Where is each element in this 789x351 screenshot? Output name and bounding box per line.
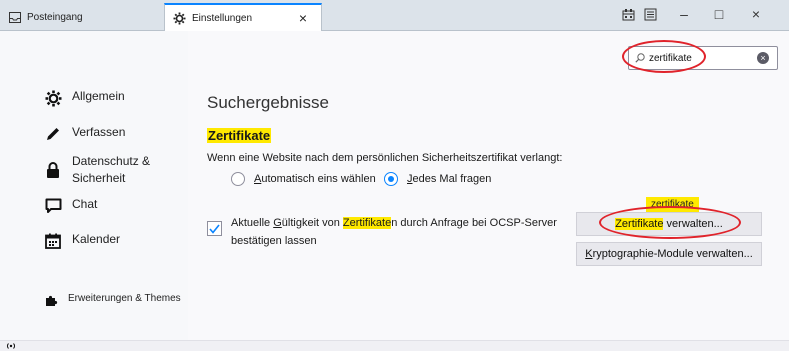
radio-ask-label: Jedes Mal fragen xyxy=(407,173,492,185)
sidebar-item-label: Kalender xyxy=(72,232,121,246)
sidebar-item-label: Datenschutz & Sicherheit xyxy=(72,154,151,185)
puzzle-icon xyxy=(44,293,58,307)
preferences-content: × Suchergebnisse Zertifikate Wenn eine W… xyxy=(188,31,789,340)
section-title-zertifikate: Zertifikate xyxy=(207,128,272,143)
sidebar-item-kalender[interactable]: Kalender xyxy=(44,232,120,250)
ocsp-checkbox[interactable] xyxy=(207,221,222,236)
inbox-icon xyxy=(8,11,21,24)
radio-ask-every-time[interactable]: Jedes Mal fragen xyxy=(384,172,491,186)
tab-label: Einstellungen xyxy=(192,12,253,24)
addons-icon[interactable] xyxy=(622,8,635,24)
pencil-icon xyxy=(44,125,62,143)
close-window-button[interactable]: × xyxy=(746,6,766,22)
search-match-tooltip: zertifikate xyxy=(646,197,699,217)
search-icon xyxy=(635,53,645,63)
sidebar-item-label: Verfassen xyxy=(72,125,126,139)
close-tab-button[interactable]: × xyxy=(299,10,307,26)
radio-automatic[interactable]: Automatisch eins wählen xyxy=(231,172,376,186)
sidebar-item-erweiterungen[interactable]: Erweiterungen & Themes xyxy=(44,293,181,307)
tasks-icon[interactable] xyxy=(644,8,657,24)
minimize-button[interactable]: – xyxy=(674,6,694,22)
gear-icon xyxy=(173,12,186,25)
status-bar xyxy=(0,340,789,351)
search-input[interactable] xyxy=(649,52,739,64)
radio-automatic-label: Automatisch eins wählen xyxy=(254,173,376,185)
sidebar: Allgemein Verfassen Datenschutz & Sicher… xyxy=(0,31,188,340)
sidebar-item-chat[interactable]: Chat xyxy=(44,197,97,215)
sidebar-item-datenschutz[interactable]: Datenschutz & Sicherheit xyxy=(44,153,150,187)
gear-icon xyxy=(44,89,62,107)
sidebar-item-label: Chat xyxy=(72,197,98,211)
maximize-button[interactable]: □ xyxy=(709,6,729,22)
sidebar-item-verfassen[interactable]: Verfassen xyxy=(44,125,125,143)
security-devices-button[interactable]: Kryptographie-Module verwalten... xyxy=(576,242,762,266)
page-title: Suchergebnisse xyxy=(207,93,329,112)
chat-icon xyxy=(44,197,62,215)
sidebar-item-label: Allgemein xyxy=(72,89,125,103)
manage-certificates-button[interactable]: Zertifikate verwalten... xyxy=(576,212,762,236)
lock-icon xyxy=(44,161,62,179)
radio-ask-control[interactable] xyxy=(384,172,398,186)
sidebar-item-allgemein[interactable]: Allgemein xyxy=(44,89,125,107)
clear-search-icon[interactable]: × xyxy=(757,52,769,64)
ocsp-checkbox-label[interactable]: Aktuelle Gültigkeit von Zertifikaten dur… xyxy=(231,214,561,250)
tab-label: Posteingang xyxy=(27,11,83,23)
sidebar-item-label: Erweiterungen & Themes xyxy=(68,293,181,304)
search-field[interactable]: × xyxy=(628,46,778,70)
radio-automatic-control[interactable] xyxy=(231,172,245,186)
certificate-request-description: Wenn eine Website nach dem persönlichen … xyxy=(207,152,563,164)
title-bar: Posteingang Einstellungen × – □ × xyxy=(0,0,789,31)
calendar-icon xyxy=(44,232,62,250)
checkmark-icon xyxy=(209,224,220,234)
connection-icon xyxy=(6,341,16,351)
tab-posteingang[interactable]: Posteingang xyxy=(0,3,164,31)
tab-einstellungen[interactable]: Einstellungen × xyxy=(164,3,322,31)
